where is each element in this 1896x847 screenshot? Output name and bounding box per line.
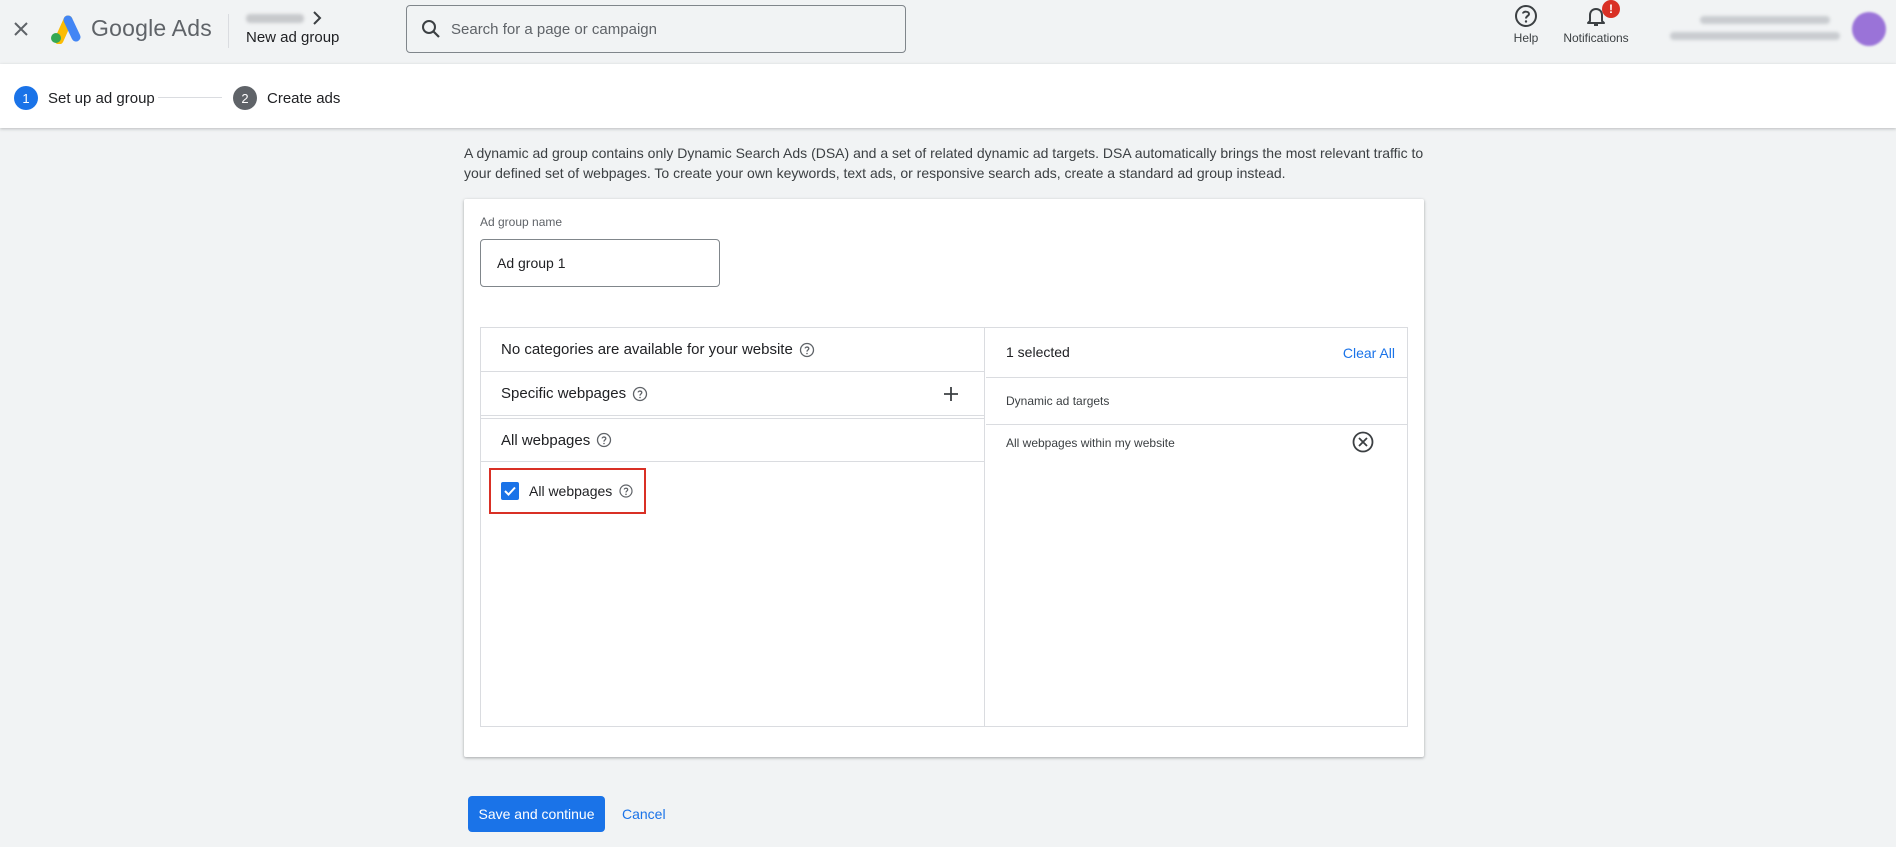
help-label: Help [1513, 31, 1539, 45]
all-webpages-label: All webpages [501, 431, 591, 449]
all-webpages-checkbox-label: All webpages [529, 483, 613, 499]
search-box[interactable] [406, 5, 906, 53]
help-icon[interactable] [618, 483, 634, 499]
step-connector [158, 97, 222, 98]
all-webpages-checkbox[interactable] [501, 482, 519, 500]
step-set-up-ad-group[interactable]: 1 Set up ad group [14, 86, 155, 110]
redacted-account-name [246, 13, 304, 23]
notification-badge: ! [1602, 0, 1620, 18]
checkmark-icon [504, 486, 516, 496]
divider [228, 14, 229, 48]
step-label: Create ads [267, 89, 341, 107]
dynamic-targets-panel: No categories are available for your web… [480, 327, 1408, 727]
page-title: New ad group [246, 29, 340, 46]
top-bar: Google Ads New ad group Help ! Notificat… [0, 0, 1896, 64]
step-create-ads[interactable]: 2 Create ads [233, 86, 340, 110]
help-button[interactable]: Help [1508, 4, 1544, 45]
categories-row-label: No categories are available for your web… [501, 341, 793, 358]
ad-group-name-label: Ad group name [480, 215, 563, 229]
redacted-account-email [1670, 32, 1840, 40]
specific-webpages-label: Specific webpages [501, 385, 627, 402]
step-number: 1 [14, 86, 38, 110]
chevron-right-icon [313, 11, 322, 25]
step-number: 2 [233, 86, 257, 110]
selected-count: 1 selected [1006, 344, 1070, 360]
notifications-button[interactable]: ! Notifications [1556, 0, 1636, 45]
account-info[interactable] [1660, 14, 1840, 44]
selected-target-label: All webpages within my website [1006, 436, 1175, 450]
plus-icon[interactable] [941, 384, 961, 404]
selected-targets: 1 selected Clear All Dynamic ad targets … [986, 328, 1407, 726]
google-ads-logo [48, 14, 82, 45]
specific-webpages-row[interactable]: Specific webpages [481, 372, 985, 416]
close-icon[interactable] [8, 14, 34, 44]
targets-picker: No categories are available for your web… [481, 328, 985, 726]
dynamic-ad-group-description: A dynamic ad group contains only Dynamic… [464, 145, 1424, 181]
all-webpages-checkbox-item[interactable]: All webpages [489, 468, 646, 514]
redacted-account-id [1700, 16, 1830, 24]
help-icon[interactable] [799, 342, 815, 358]
help-icon[interactable] [632, 386, 648, 402]
cancel-button[interactable]: Cancel [616, 796, 672, 832]
ad-group-card: Ad group name No categories are availabl… [464, 199, 1424, 757]
all-webpages-row[interactable]: All webpages [481, 418, 985, 462]
dynamic-ad-targets-header: Dynamic ad targets [986, 378, 1407, 425]
avatar[interactable] [1852, 12, 1886, 46]
dynamic-ad-targets-label: Dynamic ad targets [1006, 394, 1110, 408]
clear-all-button[interactable]: Clear All [1343, 345, 1395, 361]
selected-header: 1 selected Clear All [986, 328, 1407, 378]
search-icon [422, 20, 440, 38]
save-and-continue-button[interactable]: Save and continue [468, 796, 605, 832]
stepper: 1 Set up ad group 2 Create ads [0, 64, 1896, 128]
brand-name: Google Ads [91, 15, 212, 41]
help-icon [1515, 5, 1537, 27]
help-icon[interactable] [596, 432, 612, 448]
notifications-label: Notifications [1563, 31, 1629, 45]
search-input[interactable] [451, 20, 891, 38]
categories-row: No categories are available for your web… [481, 328, 985, 372]
step-label: Set up ad group [48, 89, 155, 107]
list-item: All webpages within my website [986, 425, 1407, 461]
breadcrumb[interactable] [246, 11, 322, 25]
remove-icon[interactable] [1351, 430, 1375, 454]
ad-group-name-input[interactable] [480, 239, 720, 287]
